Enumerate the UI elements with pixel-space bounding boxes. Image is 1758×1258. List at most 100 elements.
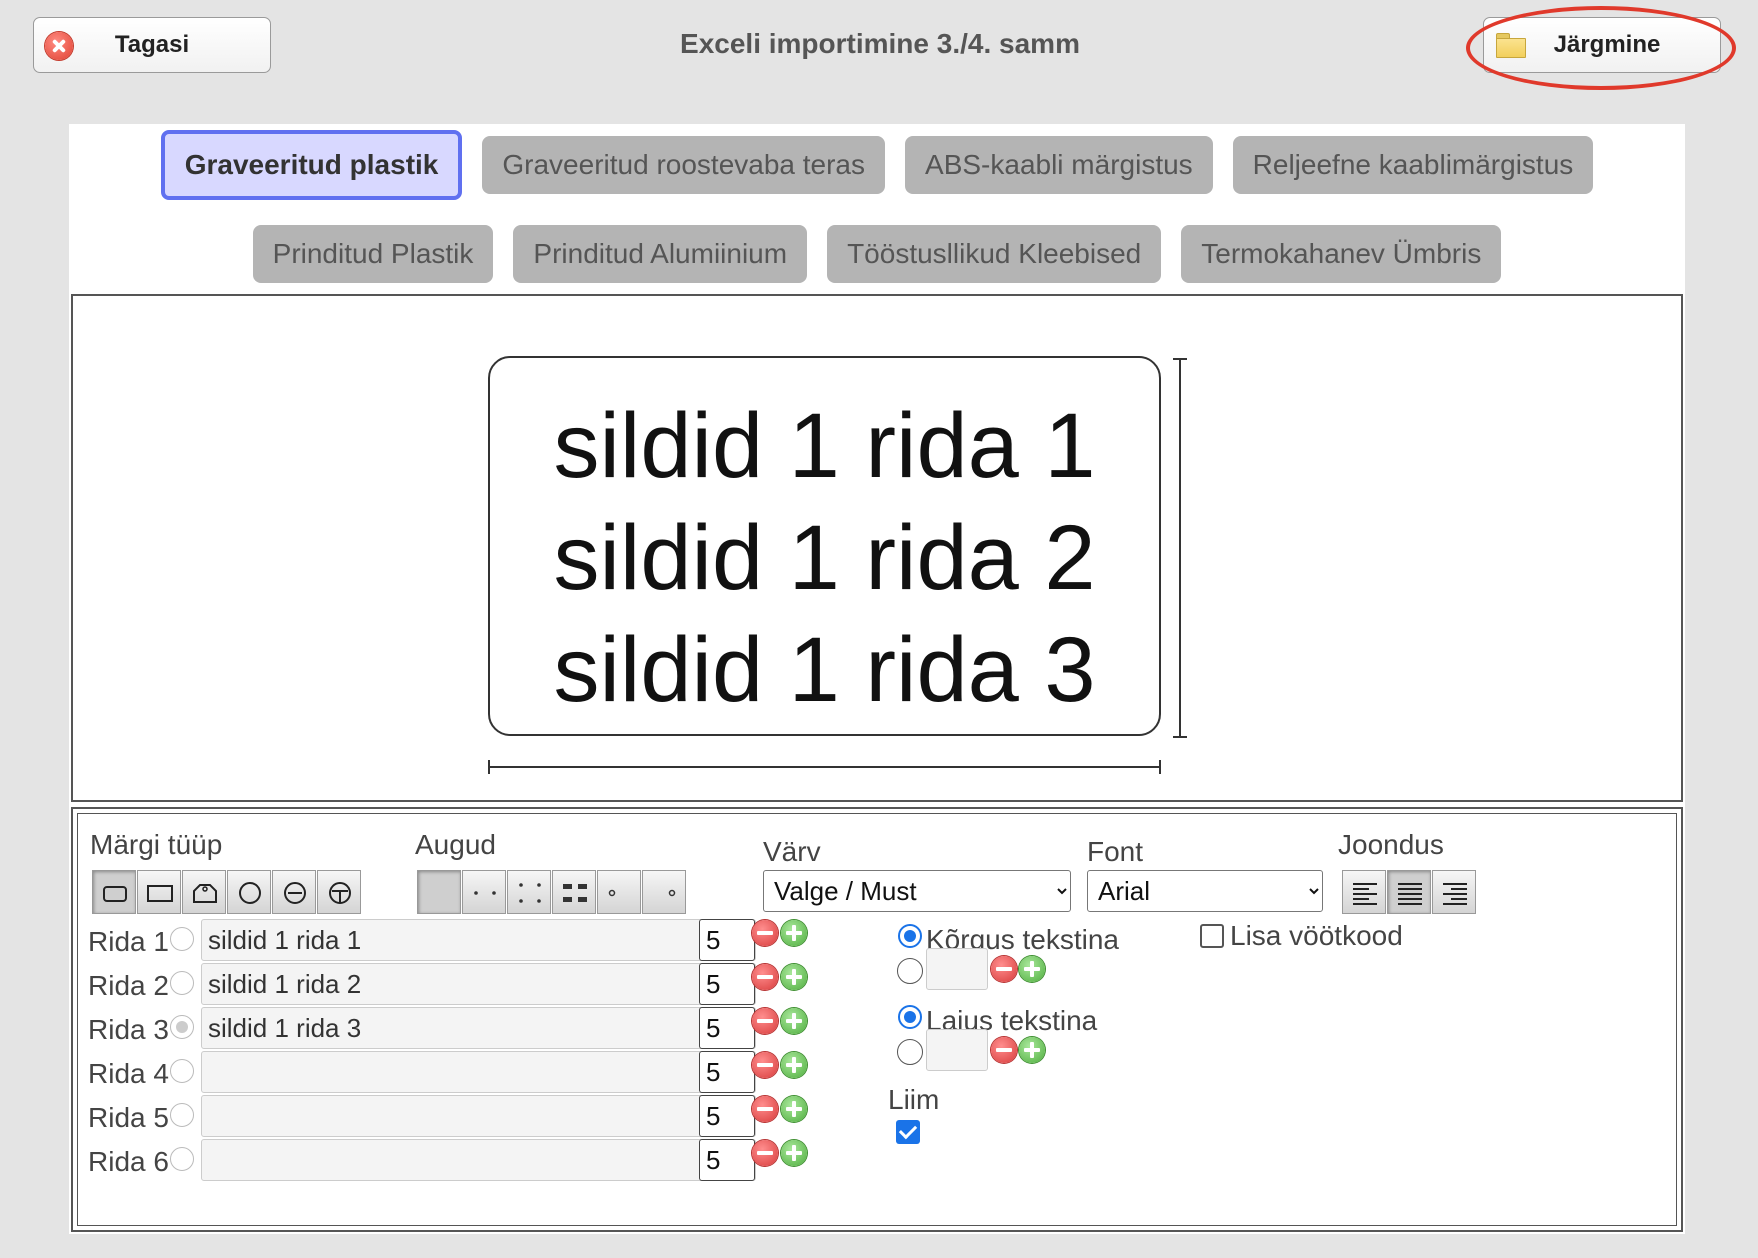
- width-dimension-line: [488, 760, 1161, 774]
- row-size-input[interactable]: [699, 1007, 755, 1049]
- tab-abs-kaabli-margistus[interactable]: ABS-kaabli märgistus: [905, 136, 1213, 194]
- font-select[interactable]: Arial: [1087, 870, 1323, 912]
- height-minus-icon[interactable]: [991, 956, 1017, 982]
- row-label: Rida 5: [88, 1102, 169, 1133]
- row-text-input[interactable]: [201, 963, 756, 1005]
- color-label: Värv: [763, 836, 821, 867]
- color-select[interactable]: Valge / Must: [763, 870, 1071, 912]
- hanger-shape-icon: [193, 884, 217, 903]
- tab-reljeefne-kaablimargistus[interactable]: Reljeefne kaablimärgistus: [1232, 136, 1594, 194]
- shape-circle-t-button[interactable]: [317, 870, 361, 914]
- barcode-label: Lisa vöötkood: [1230, 920, 1403, 951]
- row-size-input[interactable]: [699, 1095, 755, 1137]
- row-text-input[interactable]: [201, 1007, 756, 1049]
- row-minus-icon[interactable]: [752, 1140, 778, 1166]
- tab-prinditud-alumiinium[interactable]: Prinditud Alumiinium: [513, 225, 808, 283]
- row-label: Rida 6: [88, 1146, 169, 1177]
- row-minus-icon[interactable]: [752, 964, 778, 990]
- next-button[interactable]: Järgmine: [1483, 17, 1721, 73]
- row-minus-icon[interactable]: [752, 1096, 778, 1122]
- rounded-rect-icon: [103, 886, 127, 902]
- material-tabs-row-1: Graveeritud plastik Graveeritud roosteva…: [69, 130, 1685, 200]
- two-holes-icon: [474, 891, 496, 895]
- row-text-input[interactable]: [201, 1139, 756, 1181]
- row-radio[interactable]: [170, 1015, 194, 1039]
- back-button[interactable]: Tagasi: [33, 17, 271, 73]
- row-plus-icon[interactable]: [781, 920, 807, 946]
- row-minus-icon[interactable]: [752, 920, 778, 946]
- holes-left-button[interactable]: [597, 870, 641, 914]
- material-tabs-row-2: Prinditud Plastik Prinditud Alumiinium T…: [69, 225, 1685, 283]
- row-radio[interactable]: [170, 1147, 194, 1171]
- plate-line-1: sildid 1 rida 1: [553, 395, 1096, 497]
- width-custom-input[interactable]: [926, 1029, 988, 1071]
- right-hole-icon: [668, 889, 676, 897]
- circle-t-icon: [329, 882, 351, 904]
- circle-icon: [239, 882, 261, 904]
- row-plus-icon[interactable]: [781, 1052, 807, 1078]
- height-custom-input[interactable]: [926, 948, 988, 990]
- row-label: Rida 4: [88, 1058, 169, 1089]
- align-left-button[interactable]: [1342, 870, 1386, 914]
- row-radio[interactable]: [170, 927, 194, 951]
- width-minus-icon[interactable]: [991, 1037, 1017, 1063]
- align-center-button[interactable]: [1387, 870, 1431, 914]
- plate-line-3: sildid 1 rida 3: [553, 619, 1096, 721]
- holes-none-button[interactable]: [417, 870, 461, 914]
- row-radio[interactable]: [170, 1103, 194, 1127]
- holes-two-button[interactable]: [462, 870, 506, 914]
- holes-slots-button[interactable]: [552, 870, 596, 914]
- row-label: Rida 1: [88, 926, 169, 957]
- plate-line-2: sildid 1 rida 2: [553, 507, 1096, 609]
- holes-four-button[interactable]: [507, 870, 551, 914]
- page-title: Exceli importimine 3./4. samm: [680, 28, 1080, 59]
- row-label: Rida 2: [88, 970, 169, 1001]
- row-plus-icon[interactable]: [781, 1096, 807, 1122]
- width-custom-radio[interactable]: [897, 1039, 923, 1065]
- row-size-input[interactable]: [699, 919, 755, 961]
- tab-toostuslikud-kleebised[interactable]: Tööstusllikud Kleebised: [827, 225, 1162, 283]
- row-size-input[interactable]: [699, 1139, 755, 1181]
- row-size-input[interactable]: [699, 963, 755, 1005]
- tab-termokahanev-umbris[interactable]: Termokahanev Ümbris: [1181, 225, 1502, 283]
- left-hole-icon: [608, 889, 616, 897]
- row-plus-icon[interactable]: [781, 1008, 807, 1034]
- row-radio[interactable]: [170, 1059, 194, 1083]
- row-text-input[interactable]: [201, 919, 756, 961]
- label-plate: sildid 1 rida 1 sildid 1 rida 2 sildid 1…: [488, 356, 1161, 736]
- height-plus-icon[interactable]: [1019, 956, 1045, 982]
- align-justify-icon: [1398, 883, 1422, 905]
- shape-rounded-rect-button[interactable]: [92, 870, 136, 914]
- align-right-icon: [1443, 883, 1467, 905]
- shape-circle-line-button[interactable]: [272, 870, 316, 914]
- slot-holes-icon: [563, 884, 587, 902]
- row-text-input[interactable]: [201, 1095, 756, 1137]
- row-plus-icon[interactable]: [781, 964, 807, 990]
- width-as-text-radio[interactable]: [898, 1005, 922, 1029]
- tab-graveeritud-plastik[interactable]: Graveeritud plastik: [160, 130, 463, 200]
- shape-circle-button[interactable]: [227, 870, 271, 914]
- next-button-label: Järgmine: [1553, 31, 1661, 58]
- label-controls: Märgi tüüp Augud Värv Font Joondus Valge…: [71, 807, 1683, 1232]
- align-left-icon: [1353, 883, 1377, 905]
- back-button-label: Tagasi: [114, 31, 190, 58]
- row-size-input[interactable]: [699, 1051, 755, 1093]
- row-plus-icon[interactable]: [781, 1140, 807, 1166]
- shape-rect-button[interactable]: [137, 870, 181, 914]
- tab-graveeritud-roostevaba-teras[interactable]: Graveeritud roostevaba teras: [482, 136, 886, 194]
- row-minus-icon[interactable]: [752, 1052, 778, 1078]
- row-minus-icon[interactable]: [752, 1008, 778, 1034]
- barcode-checkbox[interactable]: [1200, 924, 1224, 948]
- height-as-text-radio[interactable]: [898, 924, 922, 948]
- shape-hanger-button[interactable]: [182, 870, 226, 914]
- label-preview: sildid 1 rida 1 sildid 1 rida 2 sildid 1…: [71, 294, 1683, 802]
- holes-right-button[interactable]: [642, 870, 686, 914]
- row-text-input[interactable]: [201, 1051, 756, 1093]
- row-radio[interactable]: [170, 971, 194, 995]
- tab-prinditud-plastik[interactable]: Prinditud Plastik: [252, 225, 494, 283]
- align-right-button[interactable]: [1432, 870, 1476, 914]
- width-plus-icon[interactable]: [1019, 1037, 1045, 1063]
- sign-type-label: Märgi tüüp: [90, 829, 223, 860]
- glue-checkbox[interactable]: [896, 1120, 920, 1144]
- height-custom-radio[interactable]: [897, 958, 923, 984]
